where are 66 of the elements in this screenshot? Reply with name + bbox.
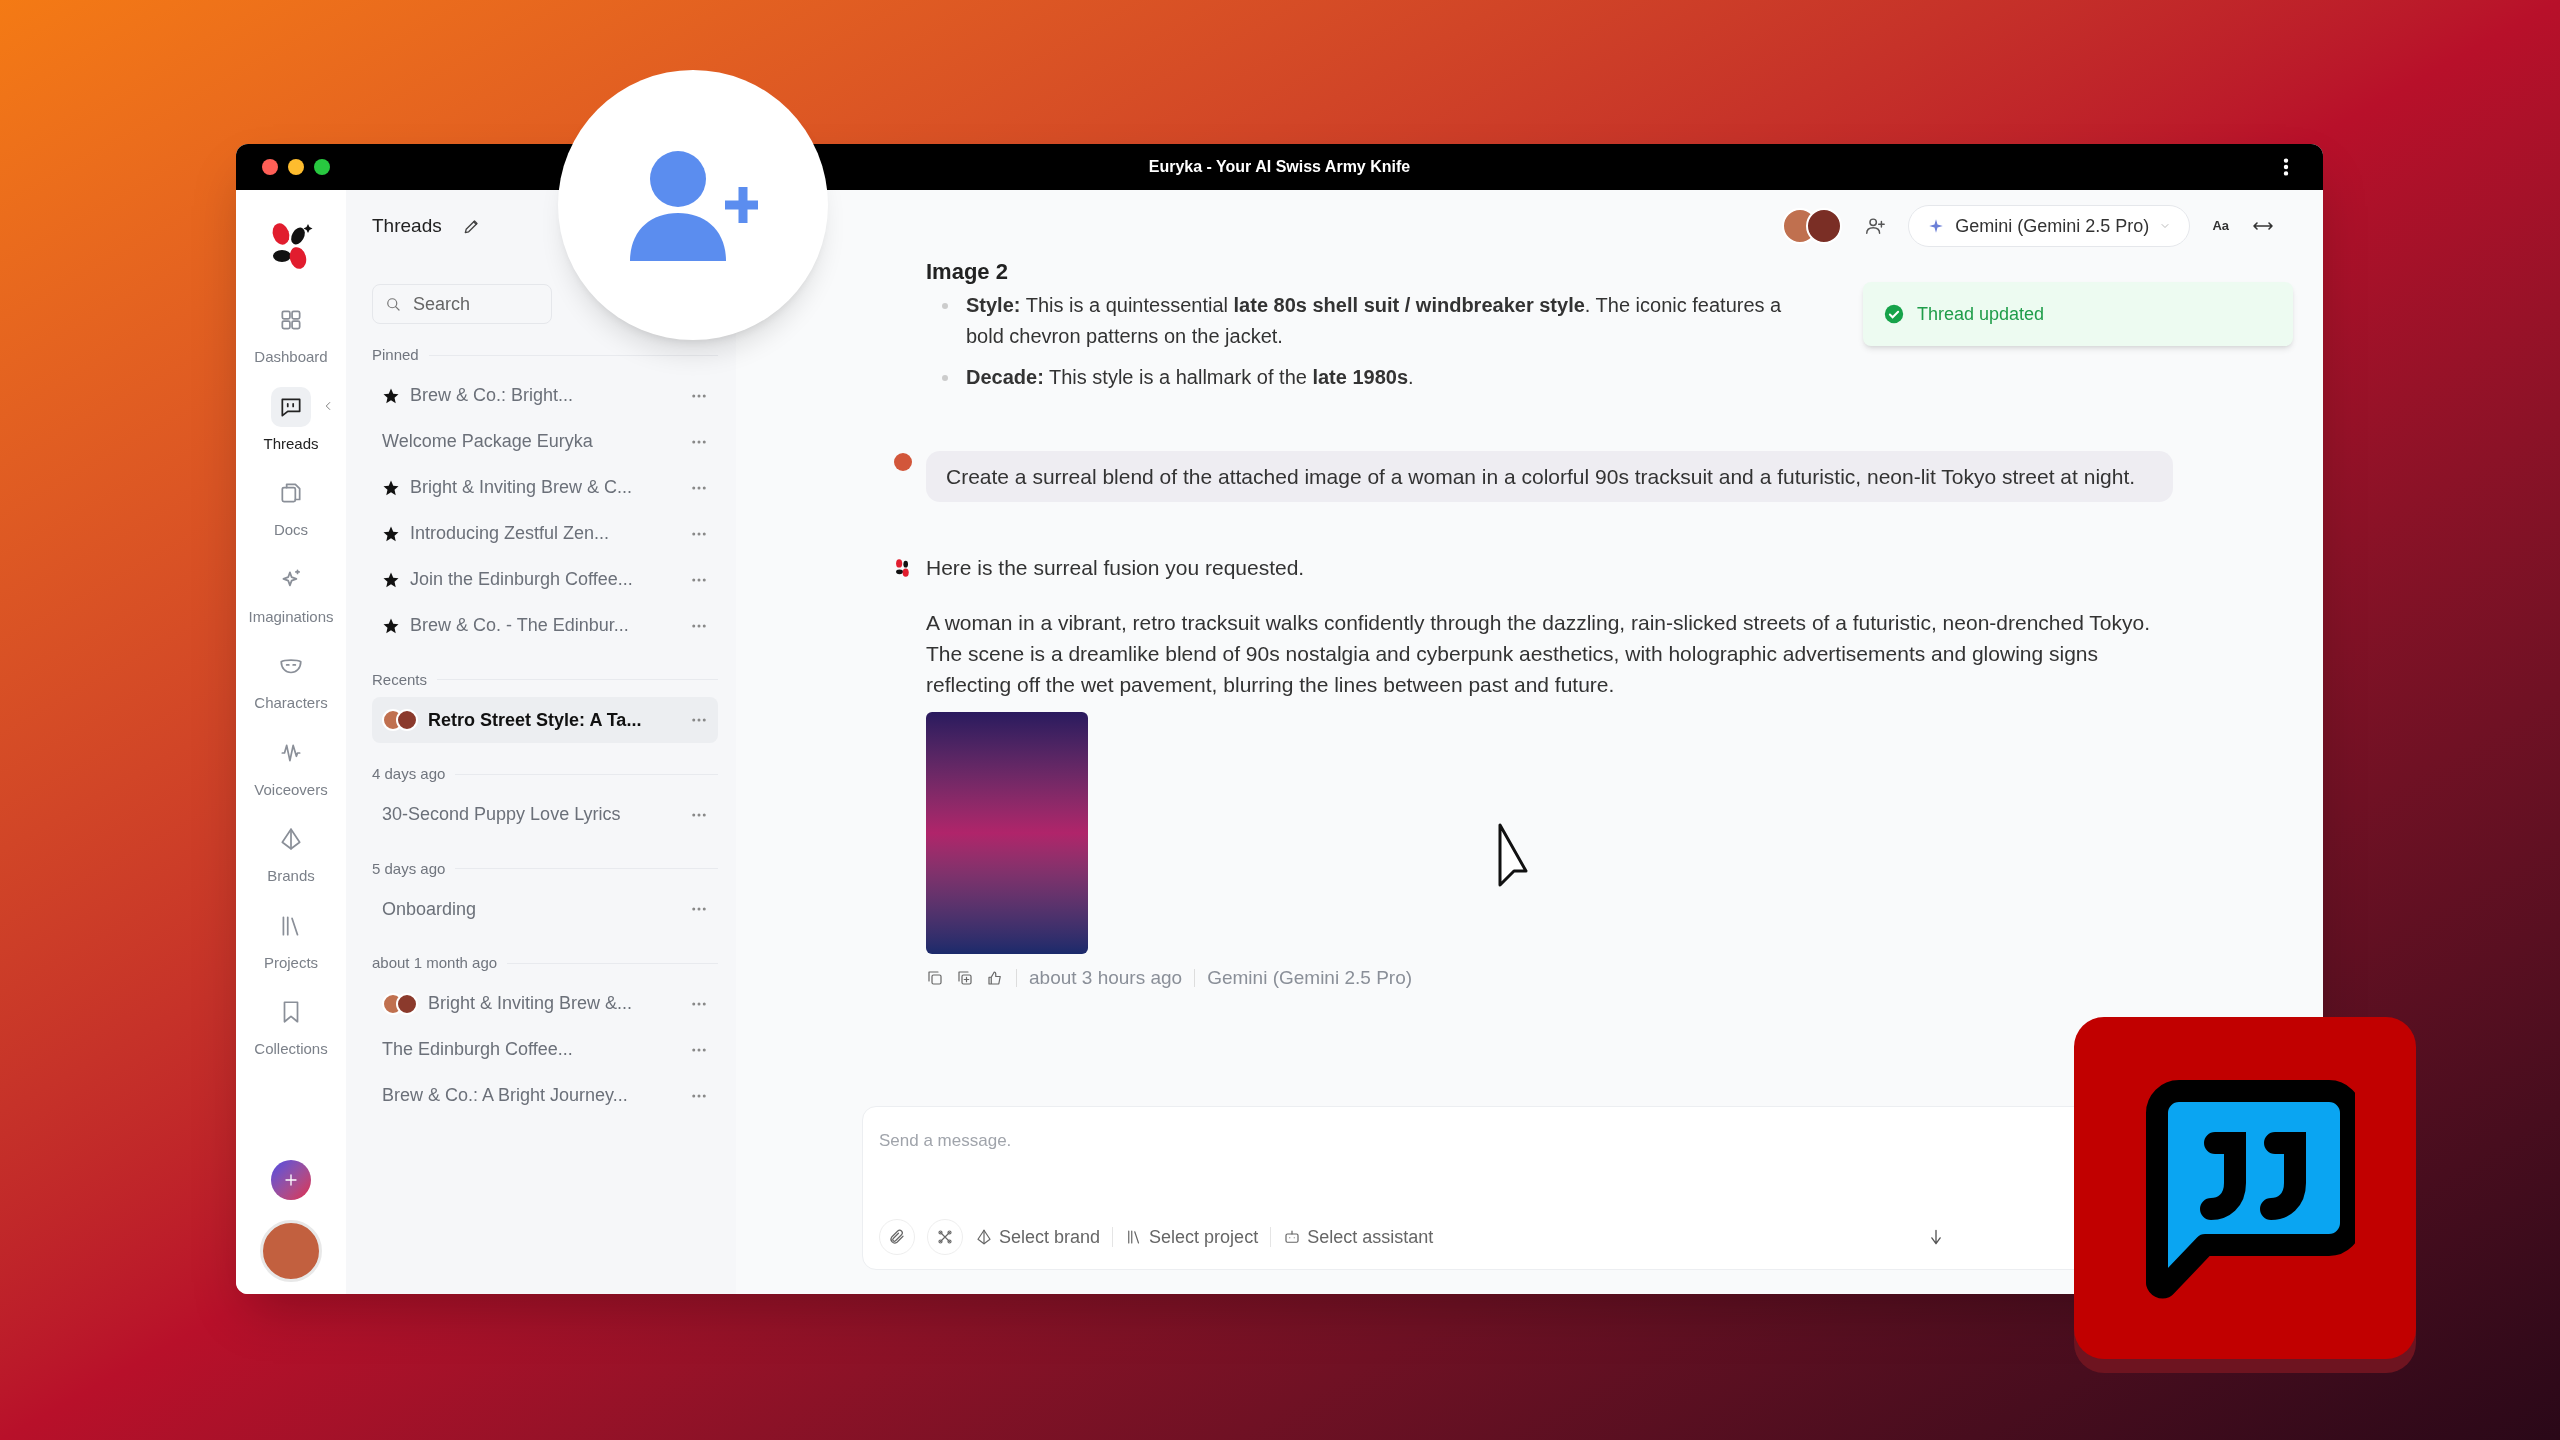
thread-item[interactable]: Join the Edinburgh Coffee... [372,556,718,603]
panel-title: Threads [372,213,442,238]
group-label: 4 days ago [372,764,446,784]
nav-item[interactable]: Characters [241,644,341,717]
paperclip-icon [888,1228,906,1246]
message-text: Here is the surreal fusion you requested. [926,555,1306,581]
copy-icon[interactable] [926,968,944,987]
message-time: about 3 hours ago [1029,966,1183,990]
logo-icon [894,558,912,578]
thread-item[interactable]: Brew & Co. - The Edinbur... [372,602,718,649]
group-label: about 1 month ago [372,953,498,973]
bullet-text: Decade: This style is a hallmark of the late 1980s. [966,365,1414,390]
participant-avatars [1782,208,1843,244]
nav-item[interactable]: Voiceovers [241,730,341,803]
user-message: Create a surreal blend of the attached image of a woman in a colorful 90s tracksuit and a futuristic, neon-lit Tokyo street at night. [926,451,2173,502]
close-button[interactable] [262,159,278,175]
bullet-text: Style: This is a quintessential late 80s shell suit / windbreaker style. The iconic features a [966,293,1782,318]
nav-item[interactable]: Collections [241,990,341,1063]
selector-button[interactable]: Select project [1125,1221,1259,1253]
thread-item[interactable]: 30-Second Puppy Love Lyrics [372,791,718,838]
duplicate-icon[interactable] [956,968,974,987]
zoom-button[interactable] [314,159,330,175]
message-input[interactable]: Send a message. [879,1125,1979,1156]
user-avatar [894,453,912,471]
add-user-icon[interactable] [1864,215,1887,237]
group-label: Pinned [372,345,419,365]
group-label: Recents [372,669,428,690]
nav-item[interactable]: Imaginations [241,557,341,630]
photo-placeholder[interactable] [926,712,1088,954]
model-selector[interactable]: Gemini (Gemini 2.5 Pro) [1908,205,2191,247]
minimize-button[interactable] [288,159,304,175]
group-label: 5 days ago [372,858,446,879]
thread-item[interactable]: Onboarding [372,886,718,932]
thread-item[interactable]: Brew & Co.: Bright... [372,372,718,419]
nav-item[interactable]: Projects [241,903,341,976]
add-user-icon [628,149,758,261]
message-text: A woman in a vibrant, retro tracksuit walks confidently through the dazzling, rain-slicked streets of a futuristic, neon-drenched Tokyo. The scene is a dreamlike blend of 90s nostalgia and cyberpunk aesthetics, with holographic advertisements and glowing signs reflecting off the wet pavement, blurring the lines between past and future. [926,610,2152,698]
diamond-icon [975,1228,993,1246]
dashboard-icon [278,307,304,333]
thread-item[interactable]: Retro Street Style: A Ta... [372,697,718,743]
nav-item[interactable]: Docs [241,471,341,544]
selector-button[interactable]: Select brand [975,1221,1101,1253]
bullet-text: bold chevron patterns on the jacket. [966,324,1284,349]
new-button[interactable] [271,1160,311,1200]
search-field[interactable]: Search [372,284,552,324]
thread-item[interactable]: Bright & Inviting Brew & C... [372,464,718,511]
robot-icon [1283,1228,1302,1246]
window-title: Euryka - Your AI Swiss Army Knife [1147,157,1412,177]
message-heading: Image 2 [926,260,1009,284]
tools-icon [936,1228,954,1246]
nav-item[interactable]: Dashboard [241,298,341,371]
thread-item[interactable]: Brew & Co.: A Bright Journey... [372,1072,718,1119]
thread-item[interactable]: Bright & Inviting Brew &... [372,980,718,1027]
thumbs-up-icon[interactable] [986,968,1004,987]
selector-button[interactable]: Select assistant [1283,1221,1434,1253]
thread-item[interactable]: Introducing Zestful Zen... [372,510,718,557]
message-model: Gemini (Gemini 2.5 Pro) [1207,966,1413,990]
check-icon [1883,303,1905,325]
thread-item[interactable]: Welcome Package Euryka [372,418,718,465]
documents-icon [278,480,304,506]
nav-item[interactable]: Brands [241,817,341,890]
cursor-icon [1497,822,1529,888]
thread-item[interactable]: The Edinburgh Coffee... [372,1026,718,1073]
nav-item[interactable]: Threads [241,384,341,457]
toast-notification: Thread updated [1863,282,2293,346]
font-size-button[interactable]: Aa [2212,216,2229,236]
